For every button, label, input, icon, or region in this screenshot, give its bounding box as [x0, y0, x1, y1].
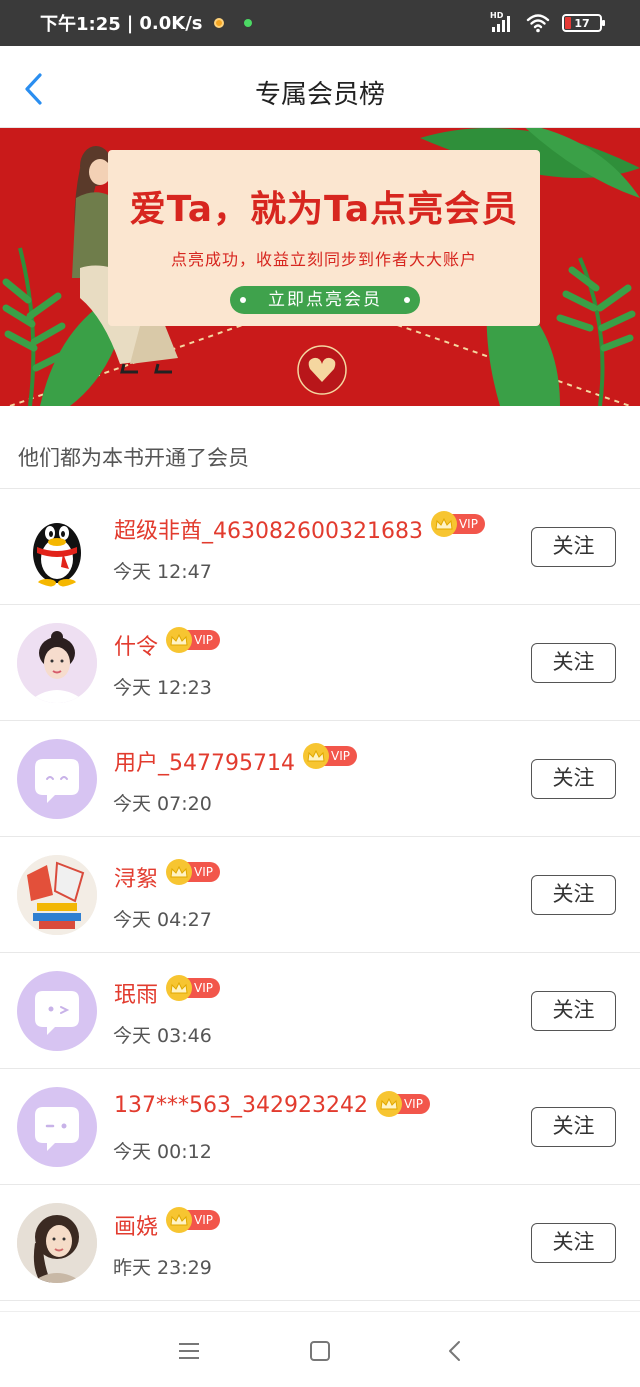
- join-time: 今天 07:20: [113, 793, 212, 815]
- vip-label: VIP: [194, 1213, 213, 1227]
- banner-card: 爱Ta，就为Ta点亮会员 点亮成功，收益立刻同步到作者大大账户 立即点亮会员: [108, 150, 540, 326]
- user-name-row[interactable]: 画娆 VIP: [114, 1207, 220, 1241]
- online-dot-icon: [244, 19, 253, 27]
- photo-avatar[interactable]: [17, 855, 97, 935]
- home-square-icon[interactable]: [307, 1338, 333, 1364]
- follow-button[interactable]: 关注: [531, 643, 616, 683]
- member-list: 超级非酋_463082600321683 VIP 今天 12:47 关注 什令 VI…: [0, 489, 640, 1301]
- banner-title: 爱Ta，就为Ta点亮会员: [129, 189, 519, 230]
- list-item[interactable]: 用户_547795714 VIP 今天 07:20 关注: [0, 721, 640, 837]
- status-separator: |: [126, 12, 134, 34]
- user-name[interactable]: 超级非酋_463082600321683: [114, 519, 423, 544]
- page-title: 专属会员榜: [254, 80, 385, 110]
- status-right: HD 17: [490, 11, 605, 33]
- vip-label: VIP: [194, 633, 213, 647]
- user-name[interactable]: 画娆: [114, 1215, 158, 1240]
- user-name[interactable]: 137***563_342923242: [114, 1093, 368, 1118]
- back-triangle-icon[interactable]: [442, 1338, 468, 1364]
- follow-button[interactable]: 关注: [531, 759, 616, 799]
- list-item[interactable]: 137***563_342923242 VIP 今天 00:12 关注: [0, 1069, 640, 1185]
- vip-badge: VIP: [166, 975, 220, 1001]
- crown-icon: [430, 511, 457, 537]
- crown-icon: [166, 1207, 193, 1233]
- signal-icon: HD: [490, 11, 514, 33]
- wifi-icon: [526, 13, 550, 33]
- status-time: 下午1:25: [40, 14, 121, 35]
- crown-icon: [302, 743, 329, 769]
- user-name-row[interactable]: 137***563_342923242 VIP: [114, 1091, 430, 1118]
- vip-badge: VIP: [166, 627, 220, 653]
- list-item[interactable]: 超级非酋_463082600321683 VIP 今天 12:47 关注: [0, 489, 640, 605]
- default-avatar[interactable]: [17, 739, 97, 819]
- default-avatar[interactable]: [17, 971, 97, 1051]
- join-time: 今天 04:27: [113, 909, 212, 931]
- user-name-row[interactable]: 用户_547795714 VIP: [114, 743, 357, 777]
- join-time: 今天 00:12: [113, 1141, 212, 1163]
- penguin-avatar[interactable]: [17, 507, 97, 587]
- section-title: 他们都为本书开通了会员: [18, 446, 249, 470]
- list-item[interactable]: 什令 VIP 今天 12:23 关注: [0, 605, 640, 721]
- menu-icon[interactable]: [176, 1338, 202, 1364]
- battery-level: 17: [574, 16, 590, 30]
- vip-label: VIP: [194, 865, 213, 879]
- follow-button[interactable]: 关注: [531, 991, 616, 1031]
- status-net-speed: 0.0K/s: [139, 12, 203, 34]
- join-time: 昨天 23:29: [113, 1257, 212, 1279]
- follow-button[interactable]: 关注: [531, 527, 616, 567]
- crown-icon: [375, 1091, 402, 1117]
- user-name-row[interactable]: 浔絮 VIP: [114, 859, 220, 893]
- vip-badge: VIP: [302, 743, 357, 769]
- crown-icon: [166, 859, 193, 885]
- list-item[interactable]: 画娆 VIP 昨天 23:29 关注: [0, 1185, 640, 1301]
- status-left: 下午1:25 | 0.0K/s: [40, 10, 253, 36]
- user-name[interactable]: 珉雨: [114, 983, 158, 1008]
- vip-label: VIP: [330, 749, 350, 763]
- status-bar: 下午1:25 | 0.0K/s HD 17: [0, 0, 640, 46]
- vip-label: VIP: [194, 981, 213, 995]
- promo-banner[interactable]: 爱Ta，就为Ta点亮会员 点亮成功，收益立刻同步到作者大大账户 立即点亮会员: [0, 128, 640, 406]
- vip-badge: VIP: [430, 511, 485, 537]
- user-name[interactable]: 用户_547795714: [114, 751, 295, 776]
- header: 专属会员榜: [0, 46, 640, 128]
- battery-icon: 17: [562, 14, 605, 32]
- follow-button[interactable]: 关注: [531, 1107, 616, 1147]
- user-name-row[interactable]: 珉雨 VIP: [114, 975, 220, 1009]
- join-time: 今天 12:23: [113, 677, 212, 699]
- join-time: 今天 03:46: [113, 1025, 212, 1047]
- vip-label: VIP: [458, 517, 478, 531]
- follow-button[interactable]: 关注: [531, 875, 616, 915]
- list-item[interactable]: 珉雨 VIP 今天 03:46 关注: [0, 953, 640, 1069]
- notification-dot-icon: [214, 18, 225, 28]
- list-item[interactable]: 浔絮 VIP 今天 04:27 关注: [0, 837, 640, 953]
- vip-badge: VIP: [166, 859, 220, 885]
- crown-icon: [166, 975, 193, 1001]
- photo-avatar[interactable]: [17, 623, 97, 703]
- vip-badge: VIP: [375, 1091, 430, 1117]
- banner-subtitle: 点亮成功，收益立刻同步到作者大大账户: [170, 250, 477, 269]
- user-name-row[interactable]: 什令 VIP: [114, 627, 220, 661]
- light-up-member-button[interactable]: 立即点亮会员: [230, 286, 420, 314]
- vip-badge: VIP: [166, 1207, 220, 1233]
- user-name[interactable]: 什令: [114, 635, 158, 660]
- user-name[interactable]: 浔絮: [114, 867, 158, 892]
- join-time: 今天 12:47: [113, 561, 212, 583]
- default-avatar[interactable]: [17, 1087, 97, 1167]
- user-name-row[interactable]: 超级非酋_463082600321683 VIP: [114, 511, 485, 545]
- photo-avatar[interactable]: [17, 1203, 97, 1283]
- vip-label: VIP: [403, 1097, 423, 1111]
- follow-button[interactable]: 关注: [531, 1223, 616, 1263]
- system-nav-bar: [0, 1311, 640, 1387]
- crown-icon: [166, 627, 193, 653]
